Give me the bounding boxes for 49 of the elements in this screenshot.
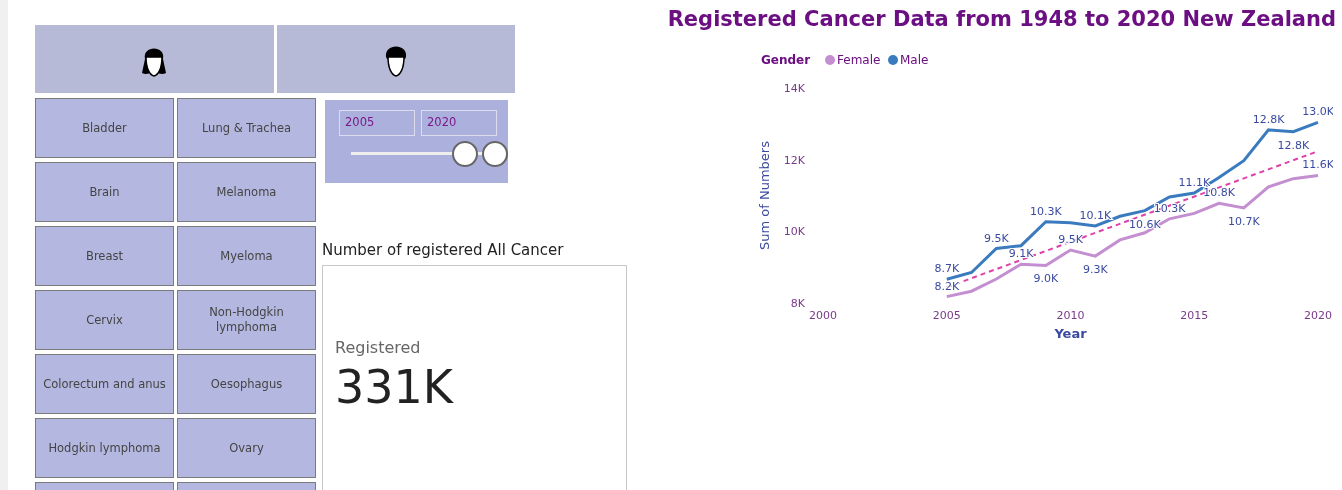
cancer-button[interactable]: Bladder: [35, 98, 174, 158]
report-title: Registered Cancer Data from 1948 to 2020 New Zealand: [666, 6, 1337, 33]
axis-tick-label: 14K: [783, 81, 805, 95]
data-label: 10.1K: [1079, 208, 1112, 222]
cancer-button[interactable]: Myeloma: [177, 226, 316, 286]
data-label: 10.6K: [1128, 217, 1161, 231]
card-value: 331K: [335, 359, 455, 415]
axis-tick-label: 10K: [783, 224, 805, 238]
data-label: 12.8K: [1252, 112, 1285, 126]
data-label: 9.5K: [1058, 232, 1083, 246]
start-year-field[interactable]: 2005: [339, 110, 415, 136]
axis-tick-label: 2020: [1304, 308, 1332, 322]
data-label: 10.3K: [1153, 201, 1186, 215]
card-heading: Number of registered All Cancer: [322, 240, 565, 261]
axis-tick-label: 12K: [783, 153, 805, 167]
legend-label: Female: [837, 52, 881, 67]
cancer-button[interactable]: Colorectum and anus: [35, 354, 174, 414]
data-label: 9.1K: [1008, 246, 1034, 260]
data-label: 8.2K: [934, 279, 960, 293]
data-label: 9.0K: [1033, 271, 1059, 285]
data-label: 12.8K: [1277, 138, 1310, 152]
cancer-button[interactable]: Cervix: [35, 290, 174, 350]
cancer-button[interactable]: Melanoma: [177, 162, 316, 222]
gender-button[interactable]: [35, 25, 274, 93]
slider-handle[interactable]: [451, 141, 478, 167]
axis-title: Sum of Numbers: [757, 140, 772, 250]
legend-label: Male: [900, 52, 929, 67]
axis-title: Year: [1054, 325, 1087, 341]
data-label: 9.3K: [1082, 262, 1108, 276]
cancer-button[interactable]: Lung & Trachea: [177, 98, 316, 158]
end-year-field[interactable]: 2020: [421, 110, 497, 136]
cancer-button[interactable]: Brain: [35, 162, 174, 222]
axis-tick-label: 2000: [809, 308, 837, 322]
axis-tick-label: 2010: [1056, 308, 1085, 322]
data-label: 10.3K: [1029, 204, 1062, 218]
cancer-button[interactable]: Non-Hodgkin lymphoma: [177, 290, 316, 350]
axis-tick-label: 8K: [790, 296, 805, 310]
cancer-button[interactable]: Ovary: [177, 418, 316, 478]
data-label: 9.5K: [983, 231, 1009, 245]
axis-tick-label: 2015: [1180, 308, 1209, 322]
slider-handle[interactable]: [482, 141, 508, 167]
legend-title: Gender: [761, 52, 811, 67]
data-label: 8.7K: [934, 261, 960, 275]
data-label: 10.7K: [1227, 214, 1260, 228]
axis-tick-label: 2005: [932, 308, 961, 322]
cancer-button[interactable]: Breast: [35, 226, 174, 286]
cancer-button[interactable]: Oesophagus: [177, 354, 316, 414]
cancer-button[interactable]: Hodgkin lymphoma: [35, 418, 174, 478]
card-label: Registered: [335, 336, 422, 359]
